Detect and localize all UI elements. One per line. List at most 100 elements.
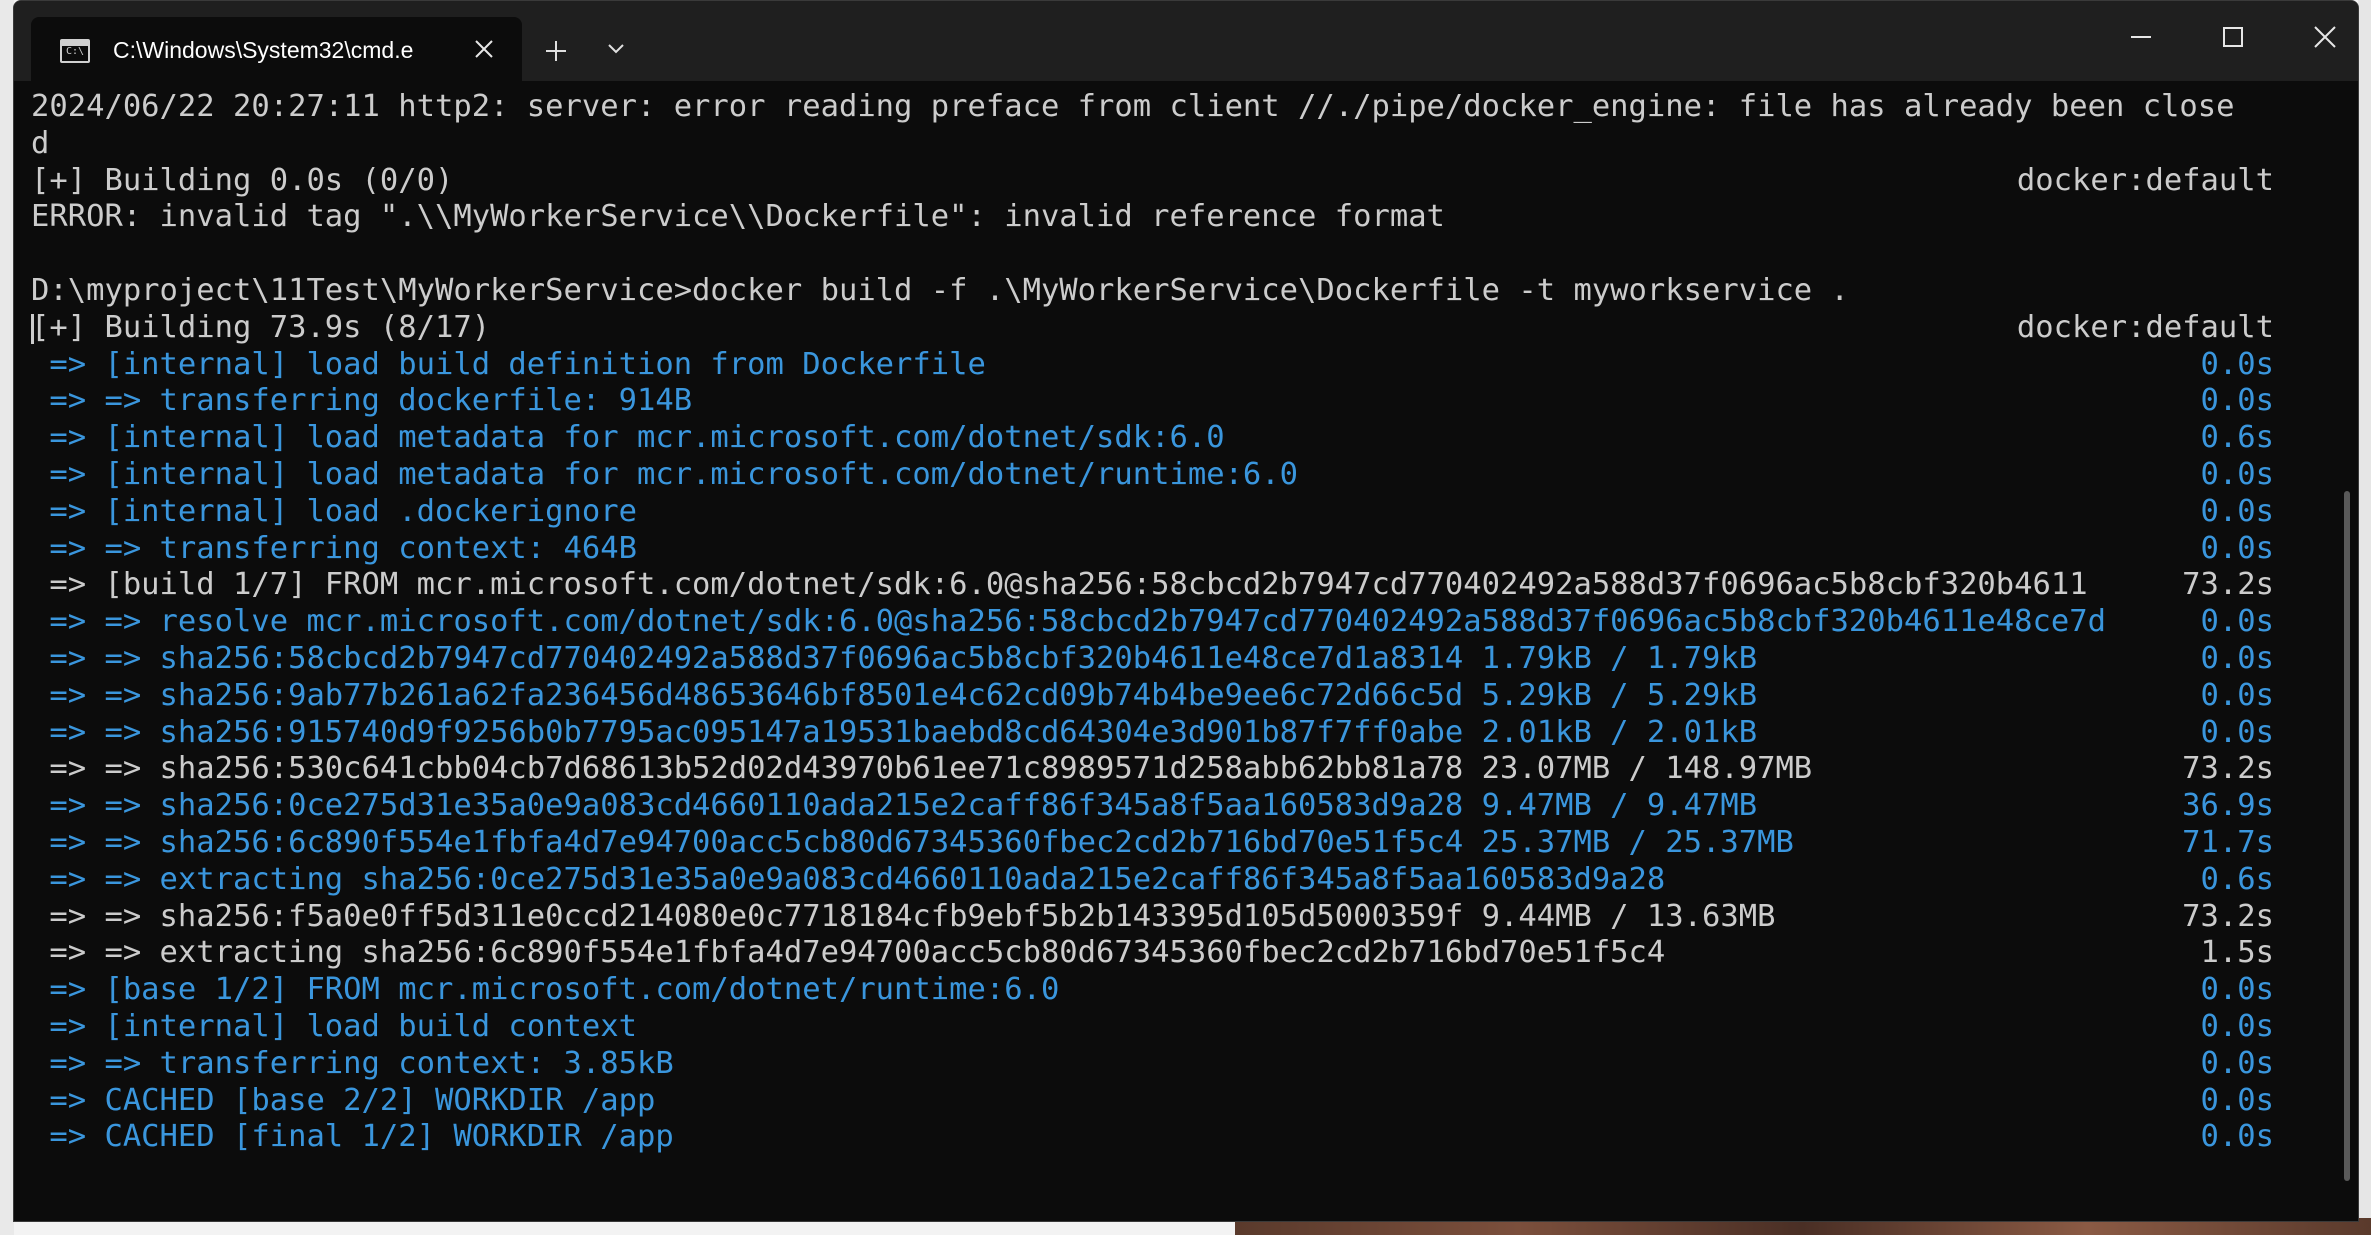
terminal-line: => [internal] load metadata for mcr.micr…: [31, 457, 2331, 494]
terminal-line: => => sha256:915740d9f9256b0b7795ac09514…: [31, 715, 2331, 752]
terminal-line-text: => [internal] load build definition from…: [31, 346, 986, 382]
minimize-button[interactable]: [2096, 9, 2186, 65]
terminal-line: => => sha256:58cbcd2b7947cd770402492a588…: [31, 641, 2331, 678]
terminal-line-right: 0.0s: [2200, 1119, 2274, 1155]
terminal-line: => [base 1/2] FROM mcr.microsoft.com/dot…: [31, 972, 2331, 1009]
terminal-line-text: => CACHED [base 2/2] WORKDIR /app: [31, 1082, 656, 1118]
maximize-icon: [2223, 27, 2243, 47]
terminal-line-right: 71.7s: [2182, 824, 2274, 860]
scrollbar[interactable]: [2344, 491, 2350, 1181]
terminal-line: => => sha256:530c641cbb04cb7d68613b52d02…: [31, 751, 2331, 788]
terminal-line-right: 36.9s: [2182, 788, 2274, 824]
terminal-output[interactable]: 2024/06/22 20:27:11 http2: server: error…: [31, 89, 2331, 1199]
terminal-line: => => sha256:f5a0e0ff5d311e0ccd214080e0c…: [31, 899, 2331, 936]
terminal-line-text: => => sha256:58cbcd2b7947cd770402492a588…: [31, 640, 1758, 676]
terminal-line-text: => => transferring context: 3.85kB: [31, 1045, 674, 1081]
terminal-line: => => transferring context: 464B 0.0s: [31, 531, 2331, 568]
terminal-line-right: 1.5s: [2200, 935, 2274, 971]
terminal-icon: C:\: [60, 39, 90, 63]
terminal-line-right: 0.0s: [2200, 346, 2274, 382]
terminal-line: => [internal] load metadata for mcr.micr…: [31, 420, 2331, 457]
terminal-line: => => transferring context: 3.85kB 0.0s: [31, 1046, 2331, 1083]
terminal-line-right: 0.0s: [2200, 1045, 2274, 1081]
terminal-line-text: [+] Building 0.0s (0/0): [31, 162, 454, 198]
close-icon[interactable]: [466, 31, 502, 67]
tab-cmd[interactable]: C:\ C:\Windows\System32\cmd.e: [31, 17, 522, 81]
terminal-line-text: => CACHED [final 1/2] WORKDIR /app: [31, 1119, 674, 1155]
minimize-icon: [2131, 36, 2151, 38]
terminal-line-text: => [internal] load metadata for mcr.micr…: [31, 456, 1299, 492]
terminal-line-text: => [internal] load build context: [31, 1008, 637, 1044]
terminal-line-text: [+] Building 73.9s (8/17): [31, 309, 491, 345]
terminal-line: => => resolve mcr.microsoft.com/dotnet/s…: [31, 604, 2331, 641]
terminal-line-right: 0.0s: [2200, 972, 2274, 1008]
terminal-line-text: => => transferring context: 464B: [31, 530, 637, 566]
terminal-window: C:\ C:\Windows\System32\cmd.e 2024/06/22…: [13, 0, 2359, 1222]
terminal-line-text: ERROR: invalid tag ".\\MyWorkerService\\…: [31, 199, 1445, 235]
terminal-line-right: 0.0s: [2200, 493, 2274, 529]
terminal-line-text: => => transferring dockerfile: 914B: [31, 383, 693, 419]
terminal-line: ERROR: invalid tag ".\\MyWorkerService\\…: [31, 199, 2331, 236]
terminal-line-text: d: [31, 125, 50, 161]
terminal-line-text: => [internal] load .dockerignore: [31, 493, 637, 529]
terminal-line-text: => [build 1/7] FROM mcr.microsoft.com/do…: [31, 567, 2088, 603]
terminal-line-right: 0.0s: [2200, 1008, 2274, 1044]
terminal-line: d: [31, 126, 2331, 163]
terminal-line-right: 73.2s: [2182, 898, 2274, 934]
close-icon: [2314, 26, 2336, 48]
desktop-right-edge: [2358, 0, 2371, 1235]
terminal-line-text: => => sha256:6c890f554e1fbfa4d7e94700acc…: [31, 824, 1794, 860]
terminal-line-right: 0.0s: [2200, 640, 2274, 676]
terminal-line: => [internal] load build definition from…: [31, 347, 2331, 384]
tab-dropdown-button[interactable]: [594, 29, 638, 73]
chevron-down-icon: [608, 44, 624, 54]
terminal-line: => => extracting sha256:0ce275d31e35a0e9…: [31, 862, 2331, 899]
terminal-line: => => sha256:0ce275d31e35a0e9a083cd46601…: [31, 788, 2331, 825]
terminal-line-text: => => resolve mcr.microsoft.com/dotnet/s…: [31, 604, 2106, 640]
terminal-line-text: => [base 1/2] FROM mcr.microsoft.com/dot…: [31, 972, 1060, 1008]
terminal-line-right: 0.6s: [2200, 420, 2274, 456]
terminal-line: => [internal] load .dockerignore 0.0s: [31, 494, 2331, 531]
terminal-line: D:\myproject\11Test\MyWorkerService>dock…: [31, 273, 2331, 310]
terminal-line-text: => => sha256:530c641cbb04cb7d68613b52d02…: [31, 751, 1813, 787]
new-tab-button[interactable]: [534, 29, 578, 73]
terminal-line: => => extracting sha256:6c890f554e1fbfa4…: [31, 935, 2331, 972]
terminal-line: => => transferring dockerfile: 914B 0.0s: [31, 383, 2331, 420]
terminal-line-right: 0.0s: [2200, 456, 2274, 492]
terminal-line-text: D:\myproject\11Test\MyWorkerService>dock…: [31, 272, 1849, 308]
text-cursor: [31, 313, 34, 344]
terminal-line-text: => => extracting sha256:6c890f554e1fbfa4…: [31, 935, 1666, 971]
terminal-line-text: => => sha256:915740d9f9256b0b7795ac09514…: [31, 714, 1758, 750]
terminal-line-right: 0.0s: [2200, 530, 2274, 566]
terminal-line-text: => => sha256:0ce275d31e35a0e9a083cd46601…: [31, 788, 1758, 824]
terminal-line-text: => [internal] load metadata for mcr.micr…: [31, 420, 1225, 456]
close-window-button[interactable]: [2280, 9, 2358, 65]
terminal-line-text: => => sha256:9ab77b261a62fa236456d486536…: [31, 677, 1758, 713]
terminal-line: => [build 1/7] FROM mcr.microsoft.com/do…: [31, 567, 2331, 604]
terminal-line: [+] Building 0.0s (0/0) docker:default: [31, 163, 2331, 200]
terminal-line-right: 73.2s: [2182, 567, 2274, 603]
maximize-button[interactable]: [2188, 9, 2278, 65]
terminal-line: => [internal] load build context 0.0s: [31, 1009, 2331, 1046]
terminal-line-right: 0.0s: [2200, 1082, 2274, 1118]
terminal-line: => => sha256:6c890f554e1fbfa4d7e94700acc…: [31, 825, 2331, 862]
terminal-line: => CACHED [final 1/2] WORKDIR /app 0.0s: [31, 1119, 2331, 1156]
terminal-line: [+] Building 73.9s (8/17) docker:default: [31, 310, 2331, 347]
terminal-line-right: 0.0s: [2200, 383, 2274, 419]
terminal-line: => => sha256:9ab77b261a62fa236456d486536…: [31, 678, 2331, 715]
desktop-left-edge: [0, 0, 14, 1235]
terminal-line-right: 0.0s: [2200, 604, 2274, 640]
tab-title: C:\Windows\System32\cmd.e: [113, 37, 414, 63]
plus-icon: [546, 41, 566, 61]
terminal-line-right: 0.6s: [2200, 861, 2274, 897]
terminal-line-text: => => extracting sha256:0ce275d31e35a0e9…: [31, 861, 1666, 897]
terminal-line: => CACHED [base 2/2] WORKDIR /app 0.0s: [31, 1083, 2331, 1120]
terminal-line-right: 0.0s: [2200, 677, 2274, 713]
terminal-line-text: 2024/06/22 20:27:11 http2: server: error…: [31, 89, 2235, 124]
title-bar[interactable]: C:\ C:\Windows\System32\cmd.e: [14, 1, 2358, 81]
terminal-line-right: 0.0s: [2200, 714, 2274, 750]
terminal-line-right: docker:default: [2016, 162, 2274, 198]
terminal-line: 2024/06/22 20:27:11 http2: server: error…: [31, 89, 2331, 126]
terminal-line-text: => => sha256:f5a0e0ff5d311e0ccd214080e0c…: [31, 898, 1776, 934]
